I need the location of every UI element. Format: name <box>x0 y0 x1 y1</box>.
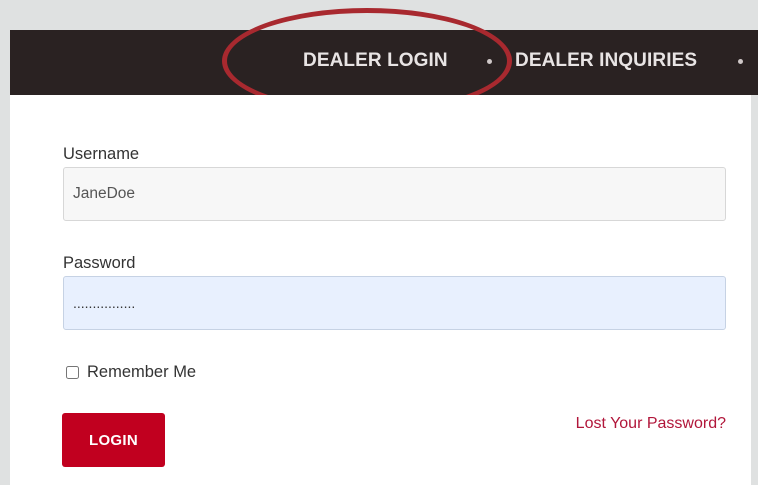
password-label: Password <box>63 254 136 272</box>
password-input[interactable] <box>63 276 726 330</box>
username-label: Username <box>63 145 140 163</box>
remember-me-checkbox[interactable] <box>66 365 79 379</box>
nav-item-dealer-inquiries[interactable]: DEALER INQUIRIES <box>515 30 697 95</box>
login-button[interactable]: LOGIN <box>62 413 165 467</box>
nav-separator-dot <box>487 59 492 64</box>
nav-item-dealer-login[interactable]: DEALER LOGIN <box>303 30 448 95</box>
top-nav-bar: DEALER LOGIN DEALER INQUIRIES <box>10 30 758 95</box>
remember-me-label[interactable]: Remember Me <box>87 363 196 382</box>
username-input[interactable] <box>63 167 726 221</box>
nav-separator-dot <box>738 59 743 64</box>
lost-password-link[interactable]: Lost Your Password? <box>576 415 726 433</box>
remember-me-row: Remember Me <box>66 361 196 383</box>
